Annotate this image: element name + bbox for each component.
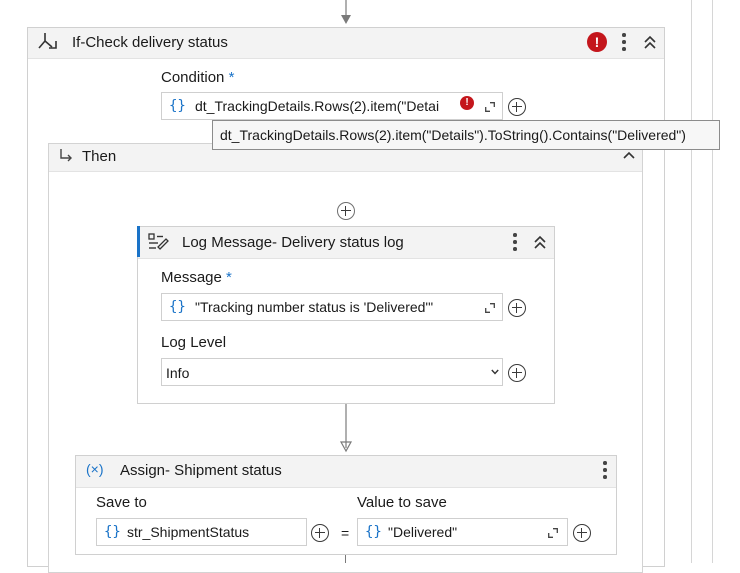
message-plus-icon[interactable] [508,299,526,317]
expression-icon: {} [169,299,186,315]
assign-icon: (×) [86,461,104,477]
log-level-value: Info [166,365,190,381]
log-message-selected-bar [137,226,140,257]
log-level-select[interactable]: Info [161,358,503,386]
chevron-down-icon[interactable] [491,369,499,375]
flow-arrow-icon [341,0,351,24]
expression-icon: {} [104,524,121,540]
save-to-value: str_ShipmentStatus [127,524,250,540]
then-collapse-icon[interactable] [622,150,636,160]
log-message-kebab-icon[interactable] [513,233,517,251]
kebab-menu-icon[interactable] [622,33,626,51]
log-message-title: Log Message- Delivery status log [182,234,404,251]
expand-icon[interactable] [548,528,558,538]
equals-sign: = [341,525,350,541]
value-to-save-plus-icon[interactable] [573,524,591,542]
outer-container-line-right [691,0,692,563]
condition-value: dt_TrackingDetails.Rows(2).item("Detai [195,98,440,114]
then-label: Then [82,148,117,165]
expression-icon: {} [169,98,186,114]
condition-error-icon[interactable]: ! [460,96,474,110]
if-activity-title: If-Check delivery status [72,34,228,51]
assign-kebab-icon[interactable] [603,461,607,479]
value-to-save-input[interactable]: {} "Delivered" [357,518,568,546]
error-icon[interactable]: ! [587,32,607,52]
message-input[interactable]: {} "Tracking number status is 'Delivered… [161,293,503,321]
required-mark: * [228,69,235,86]
log-level-label: Log Level [161,334,227,351]
value-to-save-value: "Delivered" [388,524,458,540]
save-to-label: Save to [96,494,147,511]
log-message-collapse-icon[interactable] [533,234,547,250]
required-mark: * [226,269,232,286]
outer-container-line-far-right [712,0,713,563]
assign-title: Assign- Shipment status [120,462,282,479]
add-activity-icon[interactable] [337,202,355,220]
flow-arrow-icon [339,404,353,453]
expand-icon[interactable] [485,102,495,112]
condition-tooltip: dt_TrackingDetails.Rows(2).item("Details… [212,120,720,150]
expression-icon: {} [365,524,382,540]
collapse-icon[interactable] [643,34,657,50]
value-to-save-label: Value to save [357,494,447,511]
message-value: "Tracking number status is 'Delivered'" [195,299,434,315]
then-arrow-icon [60,149,72,162]
expand-icon[interactable] [485,303,495,313]
log-message-icon [148,233,169,250]
flow-connector [345,555,347,563]
condition-input[interactable]: {} dt_TrackingDetails.Rows(2).item("Deta… [161,92,503,120]
if-branch-icon [38,33,57,49]
condition-plus-icon[interactable] [508,98,526,116]
save-to-input[interactable]: {} str_ShipmentStatus [96,518,307,546]
save-to-plus-icon[interactable] [311,524,329,542]
log-level-plus-icon[interactable] [508,364,526,382]
message-label: Message * [161,269,232,286]
condition-label: Condition * [161,69,235,86]
